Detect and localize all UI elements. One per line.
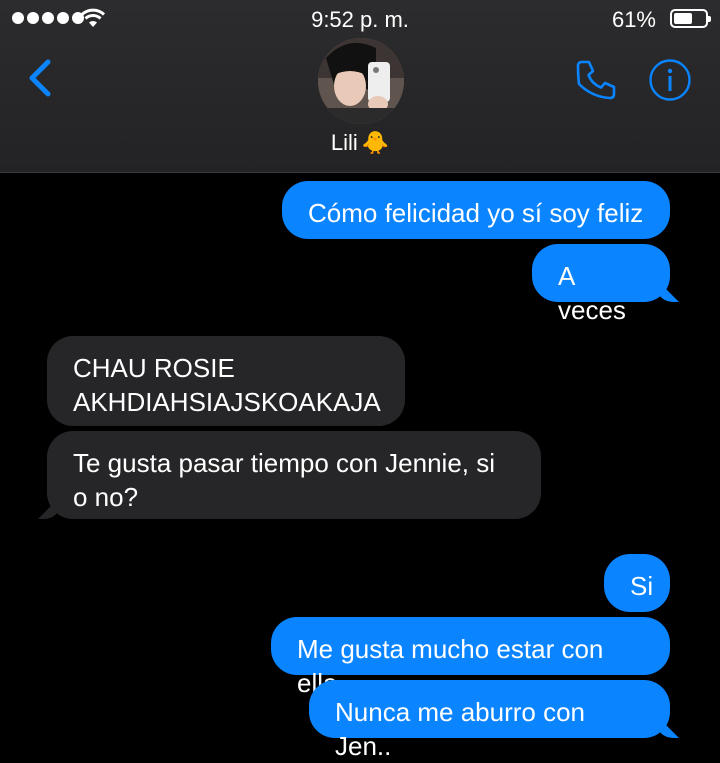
message-incoming[interactable]: CHAU ROSIE AKHDIAHSIAJSKOAKAJA: [47, 336, 405, 426]
back-chevron-icon[interactable]: [20, 54, 64, 102]
message-outgoing[interactable]: Me gusta mucho estar con ella: [271, 617, 670, 698]
contact-avatar[interactable]: [318, 38, 404, 124]
message-outgoing[interactable]: A veces: [532, 244, 670, 325]
message-outgoing[interactable]: Si: [604, 554, 670, 612]
message-outgoing[interactable]: Cómo felicidad yo sí soy feliz: [282, 181, 670, 239]
message-incoming[interactable]: Te gusta pasar tiempo con Jennie, si o n…: [47, 431, 541, 519]
info-icon[interactable]: [648, 58, 692, 102]
message-outgoing[interactable]: Nunca me aburro con Jen..: [309, 680, 670, 761]
battery-percentage: 61%: [611, 7, 656, 32]
phone-icon[interactable]: [572, 56, 620, 104]
battery-icon: [670, 9, 711, 28]
status-bar: 9:52 p. m. 61%: [0, 0, 720, 40]
chick-emoji: 🐥: [361, 130, 390, 155]
contact-name[interactable]: Lili 🐥: [0, 130, 720, 156]
conversation-header: 9:52 p. m. 61% Lili 🐥: [0, 0, 720, 173]
